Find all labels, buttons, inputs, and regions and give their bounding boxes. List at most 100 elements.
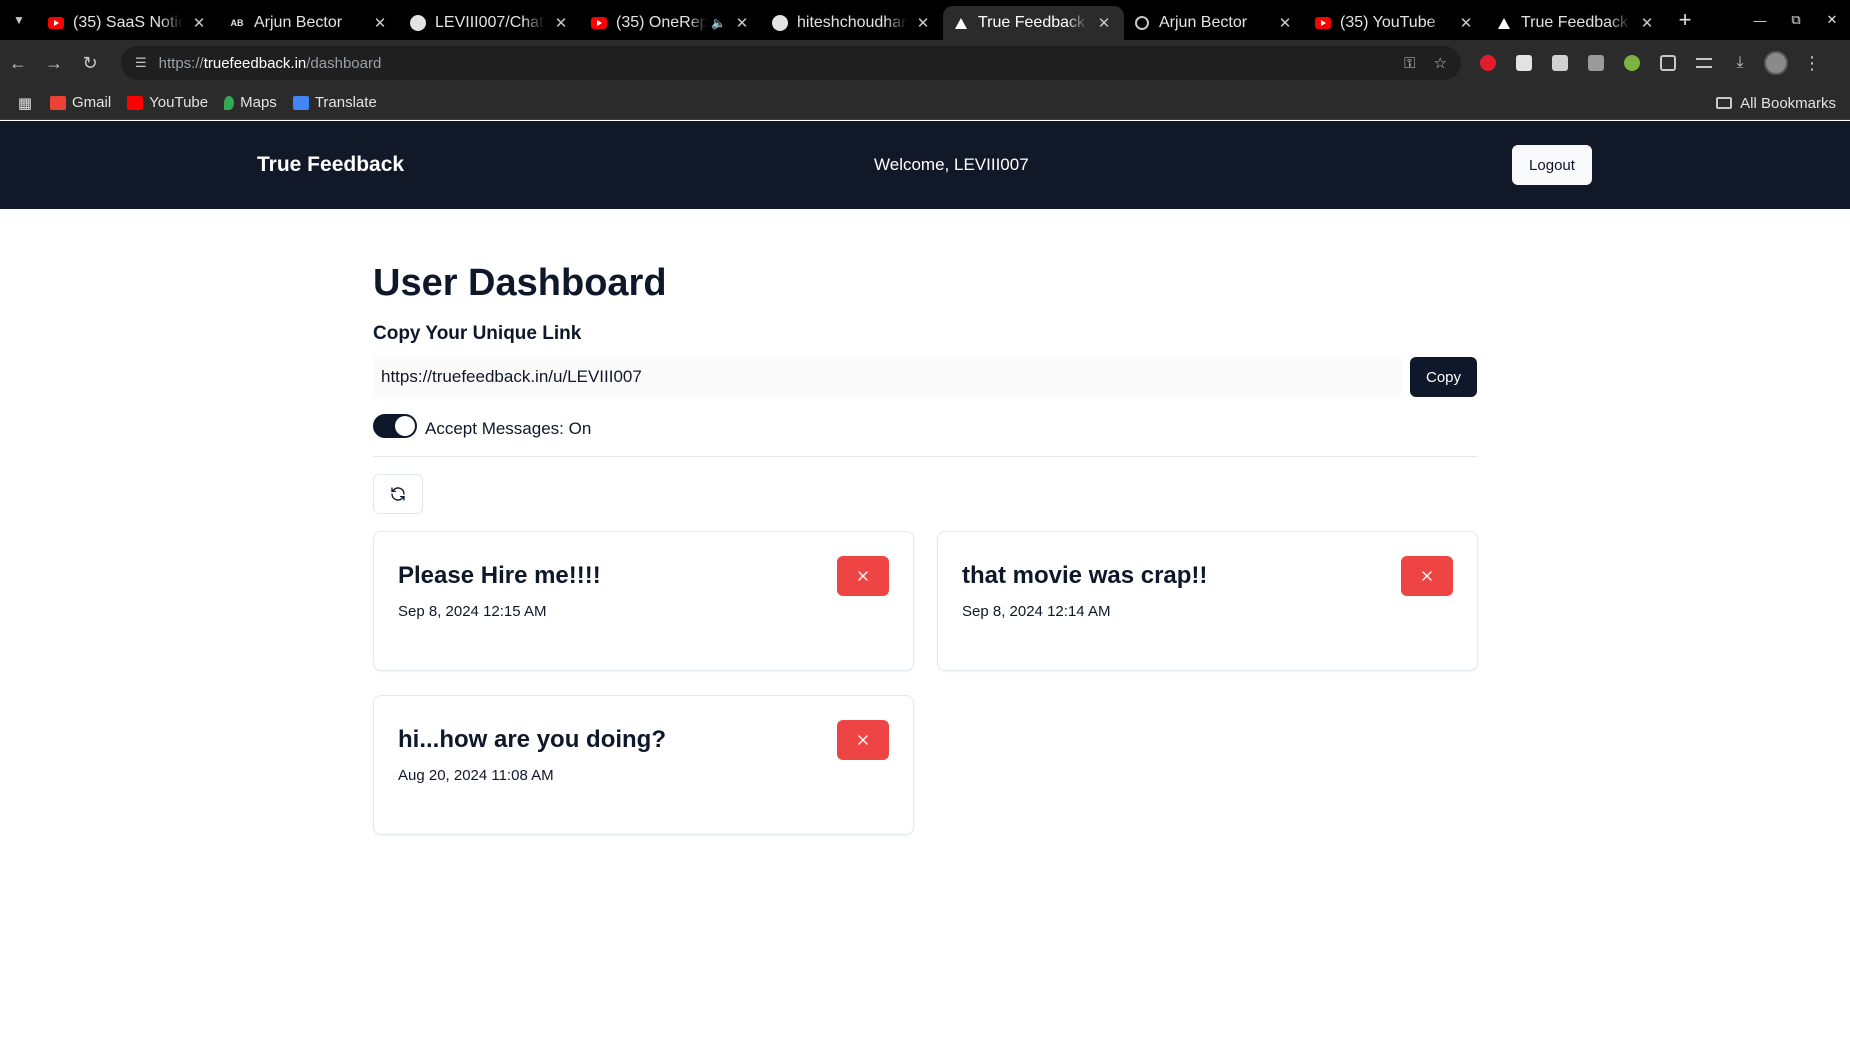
tab-title: (35) YouTube — [1340, 14, 1436, 31]
close-tab-icon[interactable]: ✕ — [1637, 14, 1657, 32]
close-tab-icon[interactable]: ✕ — [1094, 14, 1114, 32]
browser-tab[interactable]: LEVIII007/Chat- ✕ — [400, 6, 581, 40]
delete-message-button[interactable] — [1401, 556, 1453, 596]
reload-icon[interactable]: ↻ — [72, 45, 108, 81]
close-tab-icon[interactable]: ✕ — [189, 14, 209, 32]
message-content: hi...how are you doing? — [398, 726, 666, 753]
window-controls: — ⧉ ✕ — [1742, 0, 1850, 40]
separator — [373, 456, 1477, 457]
refresh-button[interactable] — [373, 474, 423, 514]
extension-icon[interactable] — [1542, 40, 1578, 86]
browser-tab-strip: ▼ (35) SaaS Notion ✕ AB Arjun Bector ✕ L… — [0, 0, 1850, 40]
close-tab-icon[interactable]: ✕ — [913, 14, 933, 32]
puzzle-icon[interactable] — [1650, 40, 1686, 86]
bookmark-label: YouTube — [149, 94, 209, 111]
browser-tab[interactable]: True Feedback ✕ — [1486, 6, 1667, 40]
brand-logo-link[interactable]: True Feedback — [257, 153, 404, 177]
close-tab-icon[interactable]: ✕ — [1275, 14, 1295, 32]
forward-icon[interactable]: → — [36, 45, 72, 81]
message-date: Sep 8, 2024 12:15 AM — [398, 603, 547, 620]
tab-title: LEVIII007/Chat- — [435, 14, 545, 31]
close-window-icon[interactable]: ✕ — [1814, 12, 1850, 28]
tab-title: Arjun Bector — [1159, 14, 1248, 31]
unique-link-heading: Copy Your Unique Link — [373, 323, 582, 344]
browser-tab-active[interactable]: True Feedback ✕ — [943, 6, 1124, 40]
close-tab-icon[interactable]: ✕ — [370, 14, 390, 32]
welcome-text: Welcome, LEVIII007 — [874, 155, 1029, 174]
bookmark-youtube[interactable]: YouTube — [127, 94, 208, 111]
switch-knob — [395, 416, 415, 436]
tab-title: (35) SaaS Notion — [73, 14, 183, 31]
browser-tab[interactable]: Arjun Bector ✕ — [1124, 6, 1305, 40]
gmail-icon — [50, 95, 66, 110]
accept-messages-label: Accept Messages: On — [425, 419, 592, 438]
tab-search-chevron-icon[interactable]: ▼ — [0, 0, 38, 40]
browser-tab[interactable]: (35) SaaS Notion ✕ — [38, 6, 219, 40]
media-queue-icon[interactable] — [1686, 40, 1722, 86]
extension-icon[interactable] — [1614, 40, 1650, 86]
tab-title: Arjun Bector — [254, 14, 343, 31]
all-bookmarks[interactable]: All Bookmarks — [1716, 86, 1836, 120]
message-card: that movie was crap!! Sep 8, 2024 12:14 … — [937, 531, 1478, 671]
delete-message-button[interactable] — [837, 556, 889, 596]
restore-icon[interactable]: ⧉ — [1778, 12, 1814, 28]
github-icon — [772, 15, 788, 31]
browser-tab[interactable]: (35) YouTube ✕ — [1305, 6, 1486, 40]
app-navbar: True Feedback Welcome, LEVIII007 Logout — [0, 121, 1850, 209]
notion-icon[interactable] — [1506, 40, 1542, 86]
password-key-icon[interactable]: ⚿ — [1404, 55, 1415, 72]
browser-tab[interactable]: (35) OneRep 🔈 ✕ — [581, 6, 762, 40]
url-text: https://truefeedback.in/dashboard — [158, 54, 382, 72]
vercel-icon — [953, 15, 969, 31]
address-bar[interactable]: ☰ https://truefeedback.in/dashboard ⚿ ☆ — [121, 46, 1461, 80]
close-tab-icon[interactable]: ✕ — [551, 14, 571, 32]
tab-title: True Feedback — [1521, 14, 1629, 31]
vercel-icon — [1496, 15, 1512, 31]
logout-button[interactable]: Logout — [1512, 145, 1592, 185]
close-icon — [858, 571, 868, 581]
refresh-icon — [391, 487, 405, 501]
close-tab-icon[interactable]: ✕ — [1456, 14, 1476, 32]
browser-toolbar: ← → ↻ ☰ https://truefeedback.in/dashboar… — [0, 40, 1850, 86]
browser-tab[interactable]: hiteshchoudhary ✕ — [762, 6, 943, 40]
youtube-icon — [127, 95, 144, 110]
delete-message-button[interactable] — [837, 720, 889, 760]
translate-icon — [292, 95, 309, 110]
extension-icon[interactable] — [1470, 40, 1506, 86]
extensions-area: ⤓ ⋮ — [1470, 40, 1830, 86]
extension-icon[interactable] — [1578, 40, 1614, 86]
youtube-icon — [591, 15, 607, 31]
ab-icon: AB — [230, 18, 244, 28]
bookmark-label: Translate — [314, 94, 377, 111]
bookmarks-bar: ▦ Gmail YouTube Maps Translate All Bookm… — [0, 86, 1850, 120]
site-info-icon[interactable]: ☰ — [135, 55, 147, 71]
message-date: Sep 8, 2024 12:14 AM — [962, 603, 1111, 620]
unique-link-input[interactable] — [373, 357, 1401, 397]
message-content: that movie was crap!! — [962, 562, 1208, 589]
github-icon — [410, 15, 426, 31]
bookmark-star-icon[interactable]: ☆ — [1434, 54, 1447, 72]
back-icon[interactable]: ← — [0, 45, 36, 81]
bookmark-translate[interactable]: Translate — [292, 94, 377, 111]
minimize-icon[interactable]: — — [1742, 13, 1778, 28]
bookmark-label: Gmail — [72, 94, 112, 111]
close-icon — [1422, 571, 1432, 581]
maps-pin-icon — [224, 95, 235, 110]
accept-messages-switch[interactable] — [373, 414, 417, 438]
bookmark-gmail[interactable]: Gmail — [50, 94, 111, 111]
close-tab-icon[interactable]: ✕ — [732, 14, 752, 32]
close-icon — [858, 735, 868, 745]
avatar[interactable] — [1758, 40, 1794, 86]
new-tab-icon[interactable]: + — [1667, 7, 1703, 33]
copy-button[interactable]: Copy — [1410, 357, 1477, 397]
all-bookmarks-label: All Bookmarks — [1740, 94, 1836, 112]
download-icon[interactable]: ⤓ — [1722, 40, 1758, 86]
apps-grid-icon[interactable]: ▦ — [0, 94, 50, 112]
youtube-icon — [1315, 15, 1331, 31]
message-date: Aug 20, 2024 11:08 AM — [398, 767, 554, 784]
tab-title: True Feedback — [978, 14, 1086, 31]
more-menu-icon[interactable]: ⋮ — [1794, 40, 1830, 86]
bookmark-maps[interactable]: Maps — [224, 94, 277, 111]
browser-tab[interactable]: AB Arjun Bector ✕ — [219, 6, 400, 40]
speaker-icon[interactable]: 🔈 — [711, 16, 726, 30]
